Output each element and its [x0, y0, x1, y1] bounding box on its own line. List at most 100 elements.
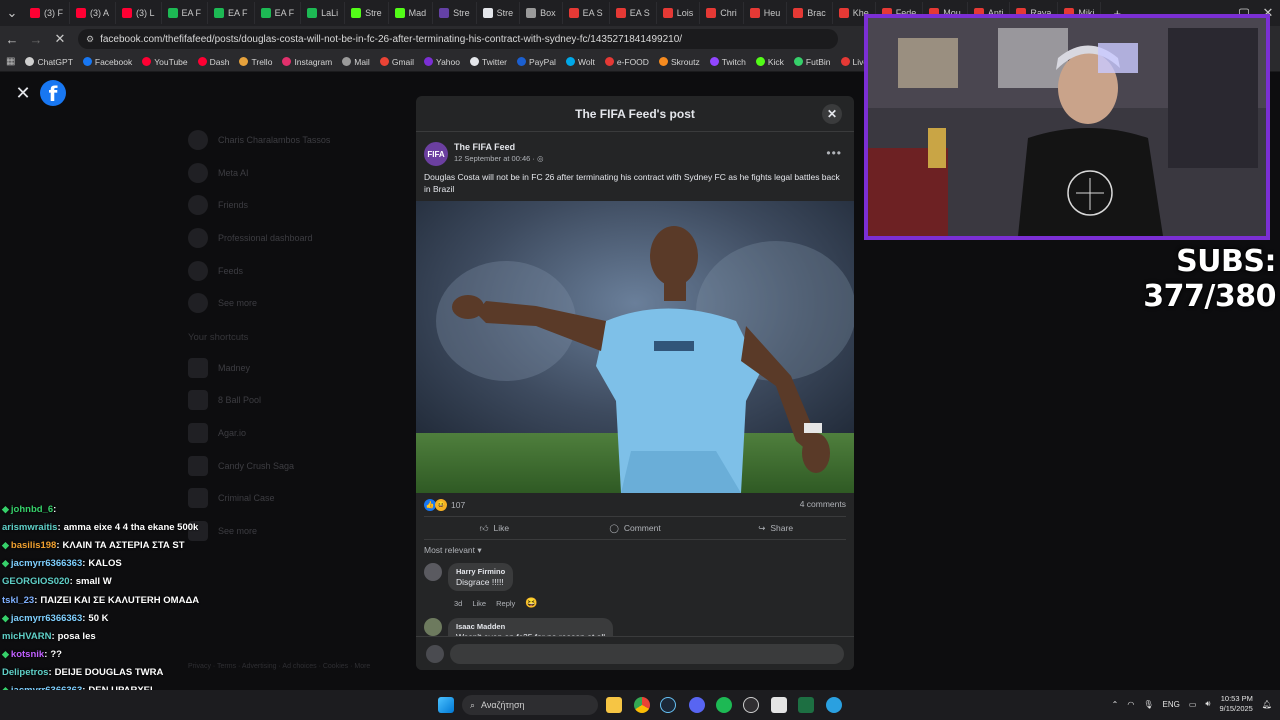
- chat-username[interactable]: kotsnik: [11, 649, 44, 660]
- spotify-icon[interactable]: [716, 697, 732, 713]
- sidebar-item[interactable]: Agar.io: [188, 417, 388, 450]
- browser-tab[interactable]: Lois: [657, 2, 701, 24]
- chat-username[interactable]: arismwraitis: [2, 522, 57, 533]
- close-icon[interactable]: ✕: [12, 82, 34, 104]
- modal-close-icon[interactable]: ✕: [822, 104, 842, 124]
- comment-button[interactable]: ◯ Comment: [565, 517, 706, 539]
- browser-tab[interactable]: Box: [520, 2, 563, 24]
- mic-icon[interactable]: 🎙︎: [1143, 700, 1153, 709]
- windows-start-icon[interactable]: [438, 697, 454, 713]
- bookmark-item[interactable]: Instagram: [282, 57, 332, 67]
- browser-tab[interactable]: EA S: [563, 2, 610, 24]
- comment-author[interactable]: Isaac Madden: [456, 622, 605, 631]
- bookmark-item[interactable]: Wolt: [565, 57, 595, 67]
- comment-like-button[interactable]: Like: [472, 599, 486, 608]
- page-name-link[interactable]: The FIFA Feed: [454, 142, 544, 152]
- browser-tab[interactable]: EA F: [255, 2, 302, 24]
- clock[interactable]: 10:53 PM 9/15/2025: [1219, 694, 1252, 714]
- chat-username[interactable]: Delipetros: [2, 667, 48, 678]
- bookmark-item[interactable]: Skroutz: [658, 57, 700, 67]
- site-info-icon[interactable]: ⚙: [86, 34, 94, 45]
- sidebar-item[interactable]: Madney: [188, 352, 388, 385]
- sidebar-item[interactable]: 8 Ball Pool: [188, 384, 388, 417]
- language-indicator[interactable]: ENG: [1163, 700, 1180, 709]
- chevron-up-icon[interactable]: ⌃: [1112, 700, 1119, 709]
- comment-sort-dropdown[interactable]: Most relevant ▾: [424, 545, 482, 556]
- chat-username[interactable]: johnbd_6: [11, 504, 53, 515]
- browser-tab[interactable]: (3) L: [116, 2, 162, 24]
- browser-tab[interactable]: EA F: [208, 2, 255, 24]
- chat-username[interactable]: jacmyrr6366363: [11, 558, 82, 569]
- bookmark-item[interactable]: Facebook: [82, 57, 132, 67]
- commenter-avatar[interactable]: [424, 563, 442, 581]
- facebook-logo-icon[interactable]: f: [40, 80, 66, 106]
- bookmark-item[interactable]: Kick: [755, 57, 784, 67]
- app-icon[interactable]: [771, 697, 787, 713]
- bookmark-item[interactable]: FutBin: [793, 57, 831, 67]
- sidebar-item[interactable]: See more: [188, 287, 388, 320]
- browser-tab[interactable]: (3) F: [24, 2, 70, 24]
- sidebar-item[interactable]: Meta AI: [188, 157, 388, 190]
- commenter-avatar[interactable]: [424, 618, 442, 636]
- page-avatar[interactable]: FIFA: [424, 142, 448, 166]
- chat-username[interactable]: tskl_23: [2, 595, 34, 606]
- sidebar-item[interactable]: Friends: [188, 189, 388, 222]
- bookmark-item[interactable]: YouTube: [142, 57, 188, 67]
- browser-tab[interactable]: Brac: [787, 2, 833, 24]
- app-icon[interactable]: [826, 697, 842, 713]
- chat-username[interactable]: GEORGIOS020: [2, 576, 70, 587]
- share-button[interactable]: ↪ Share: [705, 517, 846, 539]
- reload-button[interactable]: ✕: [48, 27, 72, 51]
- browser-tab[interactable]: EA F: [162, 2, 209, 24]
- comment-time[interactable]: 3d: [454, 599, 462, 608]
- back-button[interactable]: ←: [0, 27, 24, 51]
- post-timestamp[interactable]: 12 September at 00:46 · ◎: [454, 154, 544, 163]
- sidebar-item[interactable]: Feeds: [188, 254, 388, 287]
- url-field[interactable]: ⚙ facebook.com/thefifafeed/posts/douglas…: [78, 29, 838, 49]
- sidebar-item[interactable]: Candy Crush Saga: [188, 449, 388, 482]
- browser-tab[interactable]: Chri: [700, 2, 744, 24]
- sidebar-item[interactable]: Charis Charalambos Tassos: [188, 124, 388, 157]
- bookmark-item[interactable]: Twitch: [709, 57, 746, 67]
- notification-icon[interactable]: 🔔︎: [1262, 700, 1272, 709]
- post-photo[interactable]: [416, 201, 854, 493]
- like-button[interactable]: 👍︎ Like: [424, 517, 565, 539]
- more-options-icon[interactable]: •••: [826, 146, 842, 160]
- tab-list-button[interactable]: ⌄: [0, 1, 24, 25]
- browser-tab[interactable]: Heu: [744, 2, 788, 24]
- browser-tab[interactable]: Mad: [389, 2, 434, 24]
- network-icon[interactable]: ▭: [1189, 700, 1197, 709]
- browser-tab[interactable]: Stre: [433, 2, 477, 24]
- browser-tab[interactable]: LaLi: [301, 2, 346, 24]
- bookmark-item[interactable]: Trello: [239, 57, 272, 67]
- steam-icon[interactable]: [660, 697, 676, 713]
- excel-icon[interactable]: [798, 697, 814, 713]
- taskbar-search[interactable]: ⌕ Αναζήτηση: [462, 695, 598, 715]
- bookmark-item[interactable]: Dash: [197, 57, 229, 67]
- browser-tab[interactable]: Stre: [345, 2, 389, 24]
- comments-count-link[interactable]: 4 comments: [800, 499, 846, 509]
- bookmark-item[interactable]: Twitter: [469, 57, 507, 67]
- bookmark-item[interactable]: Mail: [342, 57, 370, 67]
- chat-username[interactable]: jacmyrr6366363: [11, 613, 82, 624]
- browser-tab[interactable]: (3) A: [70, 2, 117, 24]
- discord-icon[interactable]: [689, 697, 705, 713]
- comment-input[interactable]: [450, 644, 844, 664]
- chat-username[interactable]: micHVARN: [2, 631, 51, 642]
- apps-icon[interactable]: ▦: [6, 56, 15, 67]
- bookmark-item[interactable]: Gmail: [379, 57, 414, 67]
- comment-reply-button[interactable]: Reply: [496, 599, 515, 608]
- chat-username[interactable]: basilis198: [11, 540, 56, 551]
- comment-author[interactable]: Harry Firmino: [456, 567, 505, 576]
- wifi-icon[interactable]: ◠: [1127, 700, 1134, 709]
- chrome-icon[interactable]: [634, 697, 650, 713]
- browser-tab[interactable]: Stre: [477, 2, 521, 24]
- reaction-summary[interactable]: 👍 😆 107: [424, 499, 465, 511]
- bookmark-item[interactable]: ChatGPT: [25, 57, 73, 67]
- bookmark-item[interactable]: Yahoo: [424, 57, 460, 67]
- browser-tab[interactable]: EA S: [610, 2, 657, 24]
- bookmark-item[interactable]: PayPal: [517, 57, 556, 67]
- bookmark-item[interactable]: e-FOOD: [604, 57, 649, 67]
- sidebar-item[interactable]: Professional dashboard: [188, 222, 388, 255]
- volume-icon[interactable]: 🔊︎: [1205, 699, 1210, 709]
